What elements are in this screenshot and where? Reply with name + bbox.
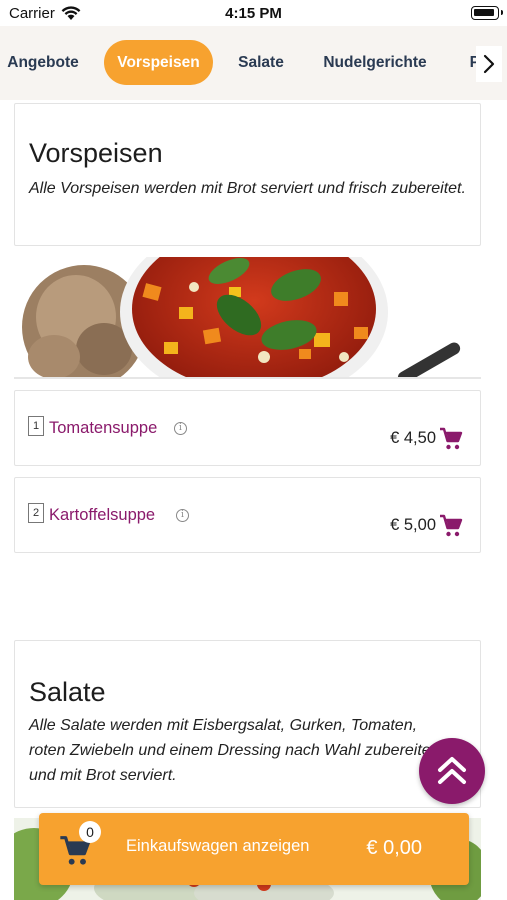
battery-icon [471,6,503,20]
double-chevron-up-icon [438,757,466,784]
section-header-vorspeisen: Vorspeisen Alle Vorspeisen werden mit Br… [14,103,481,246]
chevron-right-icon [483,54,495,74]
info-icon[interactable]: i [174,422,187,435]
section-description: Alle Salate werden mit Eisbergsalat, Gur… [29,717,436,784]
cart-icon [440,427,463,450]
clock: 4:15 PM [225,5,282,22]
section-description: Alle Vorspeisen werden mit Brot serviert… [29,180,466,197]
section-header-salate: Salate Alle Salate werden mit Eisbergsal… [14,640,481,808]
category-tab-vorspeisen[interactable]: Vorspeisen [104,40,213,85]
add-to-cart-button[interactable] [439,514,463,543]
basket-count-badge: 0 [79,821,101,843]
status-bar: Carrier 4:15 PM [0,0,507,26]
cart-icon [440,514,463,537]
item-name[interactable]: Tomatensuppe [49,419,157,438]
menu-item-kartoffelsuppe[interactable]: 2 Kartoffelsuppe i € 5,00 [14,477,481,553]
view-basket-button[interactable]: 0 Einkaufswagen anzeigen € 0,00 [39,813,469,885]
category-tab-salate[interactable]: Salate [232,40,290,85]
category-bar: Angebote Vorspeisen Salate Nudelgerichte… [0,26,507,100]
item-number: 1 [28,416,44,436]
menu-item-tomatensuppe[interactable]: 1 Tomatensuppe i € 4,50 [14,390,481,466]
category-tab-angebote[interactable]: Angebote [0,40,86,85]
info-icon[interactable]: i [176,509,189,522]
scroll-to-top-button[interactable] [419,738,485,804]
add-to-cart-button[interactable] [439,427,463,456]
section-image-vorspeisen [14,257,481,379]
item-price: € 5,00 [390,516,436,534]
section-title: Salate [29,677,106,707]
category-tab-nudelgerichte[interactable]: Nudelgerichte [316,40,434,85]
basket-total: € 0,00 [366,837,422,859]
basket-label: Einkaufswagen anzeigen [126,837,310,855]
item-price: € 4,50 [390,429,436,447]
section-title: Vorspeisen [29,138,163,168]
item-number: 2 [28,503,44,523]
category-scroll-right-button[interactable] [476,46,502,82]
item-name[interactable]: Kartoffelsuppe [49,506,155,525]
